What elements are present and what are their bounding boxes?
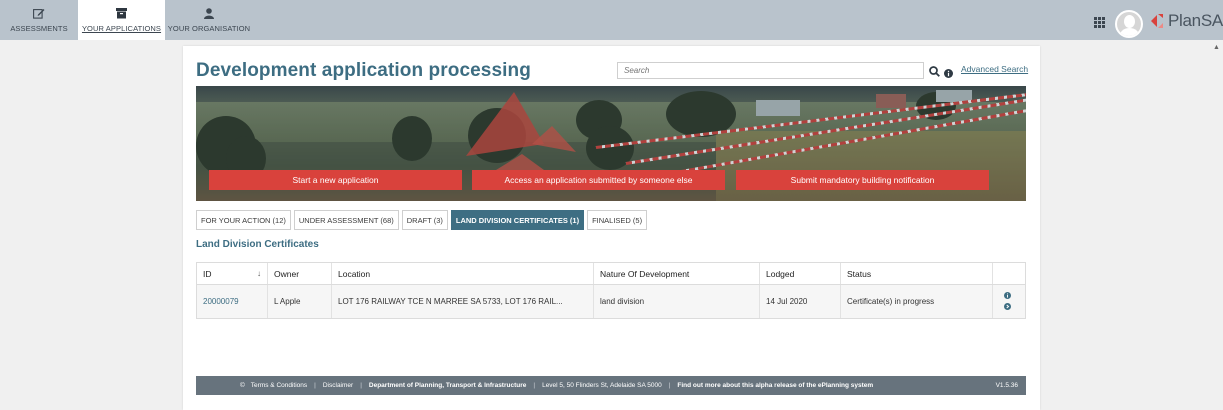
info-icon[interactable]: [944, 65, 953, 83]
tab-finalised[interactable]: FINALISED (5): [587, 210, 648, 230]
archive-icon: [116, 7, 127, 20]
column-header-status[interactable]: Status: [841, 263, 993, 284]
section-title: Land Division Certificates: [196, 239, 319, 250]
column-header-nature[interactable]: Nature Of Development: [594, 263, 760, 284]
top-navigation-bar: ASSESSMENTS YOUR APPLICATIONS YOUR ORGAN…: [0, 0, 1223, 40]
footer-separator: |: [533, 382, 536, 389]
table-header-row: ID ↓ Owner Location Nature Of Developmen…: [197, 263, 1025, 285]
advanced-search-link[interactable]: Advanced Search: [961, 64, 1028, 74]
avatar[interactable]: [1115, 10, 1143, 38]
row-nature: land division: [594, 285, 760, 318]
sort-descending-icon[interactable]: ↓: [257, 269, 261, 278]
scroll-up-arrow-icon[interactable]: ▲: [1213, 44, 1220, 51]
footer-address: Level 5, 50 Flinders St, Adelaide SA 500…: [542, 382, 662, 389]
department-link[interactable]: Department of Planning, Transport & Infr…: [369, 382, 526, 389]
info-icon[interactable]: [1003, 291, 1011, 301]
apps-grid-icon[interactable]: [1094, 15, 1105, 33]
copyright-symbol: ©: [240, 382, 245, 389]
table-row[interactable]: 20000079 L Apple LOT 176 RAILWAY TCE N M…: [197, 285, 1025, 318]
access-application-button[interactable]: Access an application submitted by someo…: [472, 170, 725, 190]
footer: © Terms & Conditions | Disclaimer | Depa…: [196, 376, 1026, 395]
row-status: Certificate(s) in progress: [841, 285, 993, 318]
nav-your-applications-label: YOUR APPLICATIONS: [81, 24, 162, 33]
application-id-link[interactable]: 20000079: [203, 297, 239, 306]
disclaimer-link[interactable]: Disclaimer: [323, 382, 353, 389]
terms-link[interactable]: Terms & Conditions: [251, 382, 307, 389]
application-tabs: FOR YOUR ACTION (12) UNDER ASSESSMENT (6…: [196, 210, 650, 230]
page-title: Development application processing: [196, 60, 531, 81]
row-actions: [993, 285, 1021, 318]
user-icon: [204, 7, 214, 20]
alpha-release-link[interactable]: Find out more about this alpha release o…: [677, 382, 873, 389]
nav-your-organisation[interactable]: YOUR ORGANISATION: [165, 0, 253, 40]
tab-land-division-certificates[interactable]: LAND DIVISION CERTIFICATES (1): [450, 210, 585, 230]
footer-separator: |: [360, 382, 362, 389]
avatar-body: [1119, 28, 1140, 36]
column-header-actions: [993, 263, 1021, 284]
column-header-owner[interactable]: Owner: [268, 263, 332, 284]
column-header-lodged[interactable]: Lodged: [760, 263, 841, 284]
search-input[interactable]: [617, 62, 924, 79]
footer-separator: |: [668, 382, 671, 389]
chevron-right-icon[interactable]: [1003, 302, 1011, 312]
version-label: V1.5.36: [995, 382, 1018, 389]
nav-your-applications[interactable]: YOUR APPLICATIONS: [78, 0, 165, 40]
row-id[interactable]: 20000079: [197, 285, 268, 318]
plansa-logo[interactable]: PlanSA: [1150, 11, 1223, 31]
nav-assessments[interactable]: ASSESSMENTS: [0, 0, 78, 40]
tab-draft[interactable]: DRAFT (3): [401, 210, 448, 230]
avatar-head: [1124, 15, 1135, 28]
brand-name: PlanSA: [1168, 11, 1223, 30]
column-header-location[interactable]: Location: [332, 263, 594, 284]
plansa-logo-icon: [1150, 12, 1164, 30]
row-location: LOT 176 RAILWAY TCE N MARREE SA 5733, LO…: [332, 285, 594, 318]
nav-assessments-label: ASSESSMENTS: [10, 24, 68, 33]
footer-separator: |: [314, 382, 316, 389]
row-lodged: 14 Jul 2020: [760, 285, 841, 318]
nav-your-organisation-label: YOUR ORGANISATION: [167, 24, 251, 33]
tab-under-assessment[interactable]: UNDER ASSESSMENT (68): [293, 210, 399, 230]
edit-icon: [33, 7, 45, 20]
column-header-id-label: ID: [203, 268, 212, 279]
column-header-id[interactable]: ID ↓: [197, 263, 268, 284]
applications-table: ID ↓ Owner Location Nature Of Developmen…: [196, 262, 1026, 319]
row-owner: L Apple: [268, 285, 332, 318]
start-new-application-button[interactable]: Start a new application: [209, 170, 462, 190]
submit-building-notification-button[interactable]: Submit mandatory building notification: [736, 170, 989, 190]
tab-for-your-action[interactable]: FOR YOUR ACTION (12): [196, 210, 291, 230]
search-icon[interactable]: [929, 64, 940, 82]
